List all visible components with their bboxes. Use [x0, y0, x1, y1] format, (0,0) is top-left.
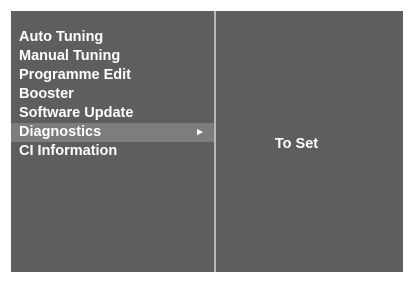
menu-list-panel: Auto Tuning Manual Tuning Programme Edit…: [11, 11, 214, 272]
menu-list: Auto Tuning Manual Tuning Programme Edit…: [11, 28, 214, 161]
submenu-panel: To Set: [216, 11, 403, 272]
menu-item-label: CI Information: [19, 143, 118, 159]
menu-item-booster[interactable]: Booster: [11, 85, 214, 104]
menu-item-label: Programme Edit: [19, 67, 131, 83]
to-set-label[interactable]: To Set: [216, 135, 403, 154]
setup-menu-panel: Auto Tuning Manual Tuning Programme Edit…: [11, 11, 403, 272]
menu-item-label: Booster: [19, 86, 74, 102]
menu-item-label: Software Update: [19, 105, 134, 121]
menu-item-label: Diagnostics: [19, 124, 102, 140]
menu-item-diagnostics[interactable]: Diagnostics ►: [11, 123, 214, 142]
menu-item-software-update[interactable]: Software Update: [11, 104, 214, 123]
menu-item-label: Manual Tuning: [19, 48, 121, 64]
menu-item-manual-tuning[interactable]: Manual Tuning: [11, 47, 214, 66]
play-arrow-icon: ►: [195, 127, 205, 138]
menu-item-programme-edit[interactable]: Programme Edit: [11, 66, 214, 85]
menu-item-ci-information[interactable]: CI Information: [11, 142, 214, 161]
menu-item-auto-tuning[interactable]: Auto Tuning: [11, 28, 214, 47]
menu-item-label: Auto Tuning: [19, 29, 104, 45]
